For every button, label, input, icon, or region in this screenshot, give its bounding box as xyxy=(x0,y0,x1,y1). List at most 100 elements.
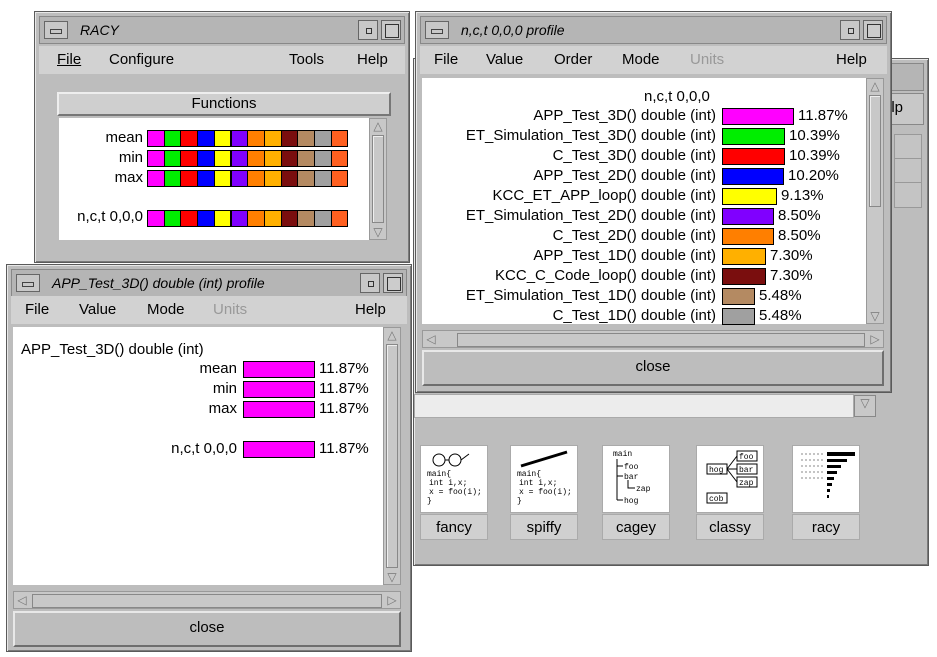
bar-segment[interactable] xyxy=(180,170,199,187)
scroll-thumb[interactable] xyxy=(372,135,384,223)
menu-tools[interactable]: Tools xyxy=(289,51,324,68)
menu-units[interactable]: Units xyxy=(213,301,247,318)
bar-segment[interactable] xyxy=(147,150,165,167)
profile-bar[interactable] xyxy=(722,108,794,125)
scroll-up-arrow[interactable]: △ xyxy=(370,119,386,133)
menu-help[interactable]: Help xyxy=(357,51,388,68)
profile-bar[interactable] xyxy=(243,361,315,378)
function-vscroll[interactable]: △ ▽ xyxy=(383,327,401,585)
bar-segment[interactable] xyxy=(147,210,165,227)
profile-bar[interactable] xyxy=(722,128,785,145)
bar-segment[interactable] xyxy=(213,130,232,147)
racy-vscroll[interactable]: △ ▽ xyxy=(369,118,387,240)
menu-file[interactable]: File xyxy=(434,51,458,68)
bar-segment[interactable] xyxy=(330,150,349,167)
profile-bar[interactable] xyxy=(722,168,784,185)
cagey-label[interactable]: cagey xyxy=(602,514,670,540)
fancy-tool-icon[interactable]: main{ int i,x; x = foo(i); } xyxy=(420,445,488,513)
profile-bar[interactable] xyxy=(243,401,315,418)
spiffy-tool-icon[interactable]: main{ int i,x; x = foo(i); } xyxy=(510,445,578,513)
scroll-down-arrow[interactable]: ▽ xyxy=(384,570,400,584)
menu-file[interactable]: File xyxy=(57,51,81,68)
profile-bar[interactable] xyxy=(722,208,774,225)
profile-bar[interactable] xyxy=(722,308,755,325)
bar-segment[interactable] xyxy=(247,210,265,227)
bar-segment[interactable] xyxy=(314,130,332,147)
cagey-tool-icon[interactable]: main foo bar zap hog xyxy=(602,445,670,513)
bar-segment[interactable] xyxy=(314,210,332,227)
scroll-up-arrow[interactable]: △ xyxy=(384,328,400,342)
back-hscroll-field[interactable] xyxy=(414,394,854,418)
racy-tool-icon[interactable] xyxy=(792,445,860,513)
bar-segment[interactable] xyxy=(263,150,282,167)
racy-titlebar[interactable]: RACY xyxy=(39,16,405,44)
menu-value[interactable]: Value xyxy=(486,51,523,68)
bar-segment[interactable] xyxy=(297,210,315,227)
hscroll-thumb[interactable] xyxy=(457,333,865,347)
profile-bar[interactable] xyxy=(722,148,785,165)
bar-segment[interactable] xyxy=(280,210,299,227)
scroll-right-arrow[interactable]: ▷ xyxy=(867,332,883,346)
bar-segment[interactable] xyxy=(280,150,299,167)
bar-segment[interactable] xyxy=(230,210,249,227)
bar-segment[interactable] xyxy=(163,150,182,167)
window-menu-button[interactable] xyxy=(425,21,449,39)
bar-segment[interactable] xyxy=(330,170,349,187)
bar-segment[interactable] xyxy=(213,150,232,167)
bar-segment[interactable] xyxy=(297,130,315,147)
scroll-left-arrow[interactable]: ◁ xyxy=(14,593,30,607)
function-hscroll[interactable]: ◁ ▷ xyxy=(13,591,401,609)
scroll-right-arrow[interactable]: ▷ xyxy=(384,593,400,607)
bar-segment[interactable] xyxy=(263,170,282,187)
close-button[interactable]: close xyxy=(422,350,884,386)
bar-segment[interactable] xyxy=(197,130,215,147)
bar-segment[interactable] xyxy=(330,130,349,147)
bar-segment[interactable] xyxy=(147,170,165,187)
bar-segment[interactable] xyxy=(163,170,182,187)
menu-mode[interactable]: Mode xyxy=(147,301,185,318)
bar-segment[interactable] xyxy=(163,210,182,227)
minimize-button[interactable] xyxy=(358,20,378,40)
bar-segment[interactable] xyxy=(247,130,265,147)
menu-file[interactable]: File xyxy=(25,301,49,318)
profile-bar[interactable] xyxy=(722,188,777,205)
window-menu-button[interactable] xyxy=(44,21,68,39)
thread-titlebar[interactable]: n,c,t 0,0,0 profile xyxy=(420,16,887,44)
fancy-label[interactable]: fancy xyxy=(420,514,488,540)
racy-label[interactable]: racy xyxy=(792,514,860,540)
scroll-down-arrow[interactable]: ▽ xyxy=(370,225,386,239)
thread-vscroll[interactable]: △ ▽ xyxy=(866,78,884,324)
menu-help[interactable]: Help xyxy=(355,301,386,318)
bar-segment[interactable] xyxy=(213,210,232,227)
maximize-button[interactable] xyxy=(381,20,401,40)
bar-segment[interactable] xyxy=(213,170,232,187)
bar-segment[interactable] xyxy=(297,150,315,167)
close-button[interactable]: close xyxy=(13,611,401,647)
profile-bar[interactable] xyxy=(243,381,315,398)
spiffy-label[interactable]: spiffy xyxy=(510,514,578,540)
window-menu-button[interactable] xyxy=(16,274,40,292)
menu-mode[interactable]: Mode xyxy=(622,51,660,68)
menu-order[interactable]: Order xyxy=(554,51,592,68)
functions-button[interactable]: Functions xyxy=(57,92,391,116)
minimize-button[interactable] xyxy=(360,273,380,293)
bar-segment[interactable] xyxy=(163,130,182,147)
bar-segment[interactable] xyxy=(263,210,282,227)
bar-segment[interactable] xyxy=(314,150,332,167)
scroll-thumb[interactable] xyxy=(386,344,398,568)
menu-units[interactable]: Units xyxy=(690,51,724,68)
bar-segment[interactable] xyxy=(180,210,199,227)
menu-help[interactable]: Help xyxy=(836,51,867,68)
profile-bar[interactable] xyxy=(243,441,315,458)
function-titlebar[interactable]: APP_Test_3D() double (int) profile xyxy=(11,269,407,297)
scroll-thumb[interactable] xyxy=(869,95,881,207)
thread-hscroll[interactable]: ◁ ▷ xyxy=(422,330,884,348)
profile-bar[interactable] xyxy=(722,268,766,285)
hscroll-thumb[interactable] xyxy=(32,594,382,608)
bar-segment[interactable] xyxy=(230,170,249,187)
scroll-down-arrow[interactable]: ▽ xyxy=(867,309,883,323)
scroll-left-arrow[interactable]: ◁ xyxy=(423,332,439,346)
classy-tool-icon[interactable]: foo bar zap hog cob xyxy=(696,445,764,513)
bar-segment[interactable] xyxy=(230,130,249,147)
menu-configure[interactable]: Configure xyxy=(109,51,174,68)
